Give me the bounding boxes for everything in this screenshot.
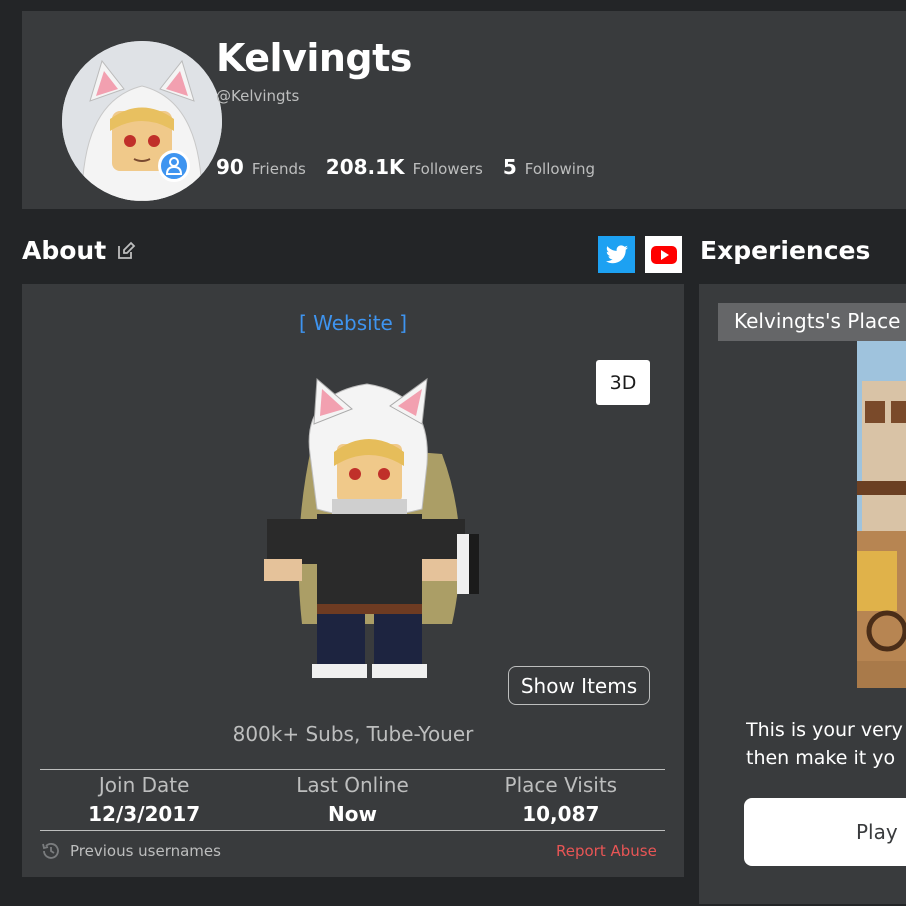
previous-usernames-label: Previous usernames — [70, 842, 221, 860]
show-items-button[interactable]: Show Items — [508, 666, 650, 705]
friends-stat[interactable]: 90 Friends — [216, 155, 306, 179]
place-visits-stat: Place Visits 10,087 — [457, 773, 665, 826]
place-thumbnail[interactable] — [857, 341, 906, 688]
play-button[interactable]: Play — [744, 798, 906, 866]
friends-label: Friends — [251, 160, 306, 178]
following-count: 5 — [502, 155, 517, 179]
place-visits-label: Place Visits — [504, 773, 618, 797]
followers-label: Followers — [412, 160, 483, 178]
following-stat[interactable]: 5 Following — [503, 155, 595, 179]
toggle-3d-button[interactable]: 3D — [596, 360, 650, 405]
website-link[interactable]: [ Website ] — [22, 311, 684, 335]
edit-icon[interactable] — [116, 241, 136, 261]
youtube-icon[interactable] — [645, 236, 682, 273]
followers-count: 208.1K — [325, 155, 405, 179]
twitter-icon[interactable] — [598, 236, 635, 273]
experiences-title: Experiences — [700, 236, 871, 265]
last-online-value: Now — [328, 802, 377, 826]
join-date-label: Join Date — [98, 773, 190, 797]
followers-stat[interactable]: 208.1K Followers — [326, 155, 483, 179]
about-card: [ Website ] 3D Show Items 800k+ Subs, Tu… — [22, 284, 684, 877]
profile-header: Kelvingts @Kelvingts 90 Friends 208.1K F… — [22, 11, 906, 209]
profile-stats: 90 Friends 208.1K Followers 5 Following — [216, 155, 615, 179]
username: @Kelvingts — [216, 87, 300, 105]
place-visits-value: 10,087 — [522, 802, 600, 826]
about-title: About — [22, 236, 107, 265]
about-heading: About — [22, 236, 136, 265]
previous-usernames[interactable]: Previous usernames — [40, 840, 221, 862]
report-abuse-link[interactable]: Report Abuse — [556, 842, 657, 860]
experiences-card: Kelvingts's Place This is your very then… — [699, 284, 906, 904]
last-online-label: Last Online — [296, 773, 409, 797]
history-icon — [42, 843, 59, 859]
profile-stats-table: Join Date 12/3/2017 Last Online Now Plac… — [40, 773, 665, 826]
display-name: Kelvingts — [216, 36, 412, 80]
profile-blurb: 800k+ Subs, Tube-Youer — [232, 722, 474, 746]
divider — [40, 830, 665, 831]
join-date-stat: Join Date 12/3/2017 — [40, 773, 248, 826]
place-description: This is your very then make it yo — [746, 719, 903, 769]
join-date-value: 12/3/2017 — [88, 802, 201, 826]
divider — [40, 769, 665, 770]
friends-count: 90 — [216, 155, 244, 179]
following-label: Following — [524, 160, 595, 178]
avatar-3d-render — [264, 377, 479, 678]
presence-icon — [158, 150, 190, 182]
place-tab[interactable]: Kelvingts's Place — [718, 303, 906, 341]
avatar[interactable] — [62, 41, 222, 201]
last-online-stat: Last Online Now — [248, 773, 456, 826]
